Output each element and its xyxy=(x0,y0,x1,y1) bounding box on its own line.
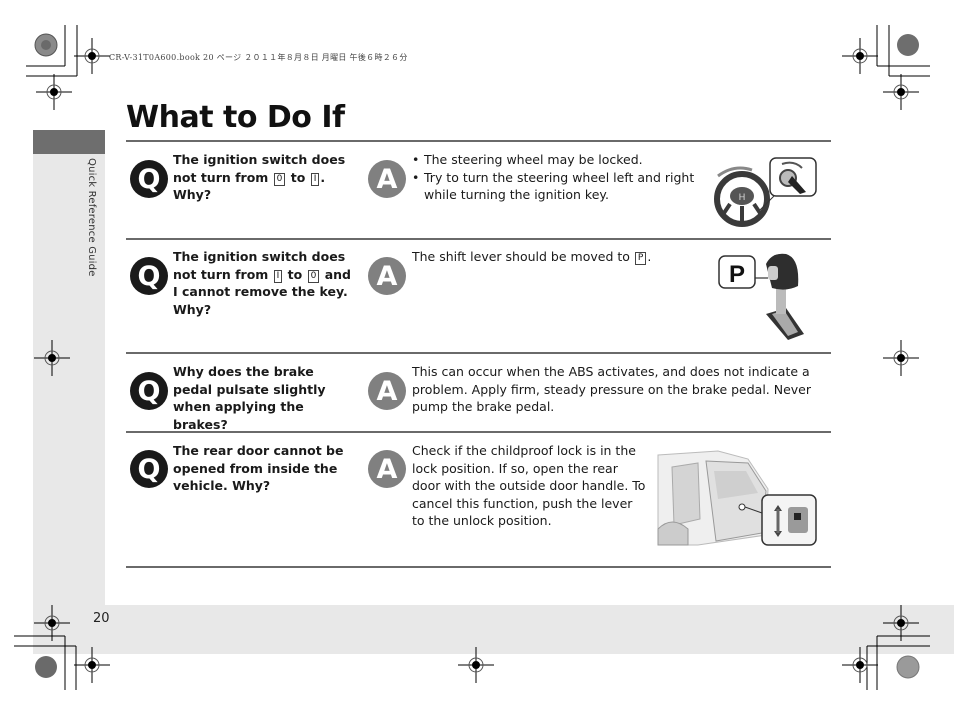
faq-question: Why does the brake pedal pulsate slightl… xyxy=(173,364,326,432)
registration-mark-icon xyxy=(36,74,72,110)
registration-mark-icon xyxy=(74,38,110,74)
answer-badge-icon: A xyxy=(368,257,406,295)
question-badge-icon: Q xyxy=(130,372,168,410)
faq-answer: The steering wheel may be locked. Try to… xyxy=(412,151,707,204)
answer-bullet: The steering wheel may be locked. xyxy=(412,151,707,169)
registration-mark-icon xyxy=(842,38,878,74)
registration-mark-icon xyxy=(883,74,919,110)
key-position-label: 0 xyxy=(273,172,286,186)
shift-position-label: P xyxy=(634,252,647,265)
faq-question: The ignition switch does not turn from I… xyxy=(173,249,351,317)
faq-question: The ignition switch does not turn from 0… xyxy=(173,152,346,202)
answer-badge-icon: A xyxy=(368,160,406,198)
faq-answer: This can occur when the ABS activates, a… xyxy=(412,364,812,414)
registration-mark-icon xyxy=(34,340,70,376)
color-target-icon xyxy=(897,34,919,56)
divider xyxy=(126,140,831,142)
divider xyxy=(126,352,831,354)
color-target-icon xyxy=(35,656,57,678)
registration-mark-icon xyxy=(842,647,878,683)
key-position-label: 0 xyxy=(307,269,320,283)
svg-text:H: H xyxy=(739,192,746,202)
registration-mark-icon xyxy=(74,647,110,683)
faq-answer: The shift lever should be moved to P. xyxy=(412,249,652,265)
key-position-label: I xyxy=(310,172,320,186)
faq-question: The rear door cannot be opened from insi… xyxy=(173,443,344,493)
registration-mark-icon xyxy=(883,340,919,376)
answer-badge-icon: A xyxy=(368,450,406,488)
page-title: What to Do If xyxy=(126,100,345,135)
question-badge-icon: Q xyxy=(130,450,168,488)
park-label: P xyxy=(729,261,745,288)
color-target-icon xyxy=(41,40,51,50)
question-badge-icon: Q xyxy=(130,160,168,198)
answer-badge-icon: A xyxy=(368,372,406,410)
divider xyxy=(126,238,831,240)
registration-mark-icon xyxy=(458,647,494,683)
rear-door-childproof-lock-illustration xyxy=(657,450,817,546)
steering-wheel-ignition-illustration: H xyxy=(714,157,817,227)
key-position-label: I xyxy=(273,269,283,283)
faq-answer: Check if the childproof lock is in the l… xyxy=(412,443,646,528)
divider xyxy=(126,566,831,568)
shift-lever-park-illustration: P xyxy=(718,253,804,340)
question-badge-icon: Q xyxy=(130,257,168,295)
color-target-icon xyxy=(896,655,920,679)
answer-bullet: Try to turn the steering wheel left and … xyxy=(412,169,707,204)
